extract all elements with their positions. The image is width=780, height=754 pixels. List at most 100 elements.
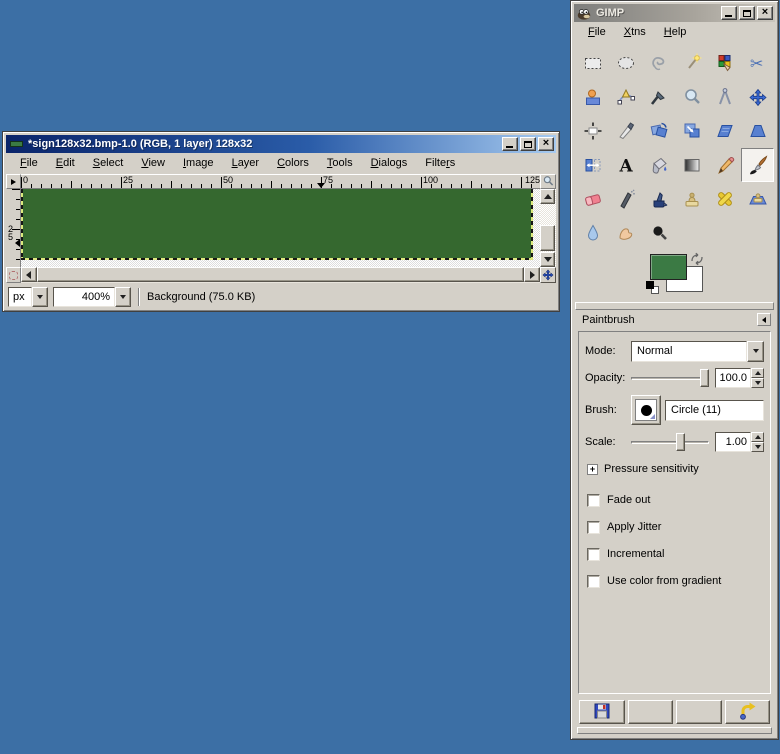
spin-down-button[interactable] bbox=[751, 442, 764, 452]
tool-pencil[interactable] bbox=[708, 148, 741, 182]
menu-tools[interactable]: Tools bbox=[319, 155, 361, 171]
maximize-button[interactable] bbox=[739, 6, 755, 20]
tool-scissors-select[interactable]: ✂ bbox=[741, 46, 774, 80]
menu-xtns[interactable]: Xtns bbox=[616, 24, 654, 40]
mode-combo[interactable]: Normal bbox=[631, 341, 764, 362]
tab-menu-button[interactable] bbox=[757, 313, 771, 326]
tool-smudge[interactable] bbox=[609, 216, 642, 250]
tool-paintbrush[interactable] bbox=[741, 148, 774, 182]
tool-fuzzy-select[interactable] bbox=[675, 46, 708, 80]
unit-dropdown-button[interactable] bbox=[32, 287, 48, 307]
tool-ink[interactable] bbox=[642, 182, 675, 216]
tool-perspective-clone[interactable] bbox=[741, 182, 774, 216]
tool-color-picker[interactable] bbox=[642, 80, 675, 114]
menu-colors[interactable]: Colors bbox=[269, 155, 317, 171]
opacity-spinner[interactable]: 100.0 bbox=[715, 368, 764, 388]
scale-value[interactable]: 1.00 bbox=[715, 432, 751, 452]
navigation-button[interactable] bbox=[540, 267, 556, 283]
checkbox-apply-jitter[interactable] bbox=[587, 521, 600, 534]
zoom-level-value[interactable]: 400% bbox=[53, 287, 115, 307]
minimize-button[interactable] bbox=[502, 137, 518, 151]
tool-bucket-fill[interactable] bbox=[642, 148, 675, 182]
brush-name-field[interactable]: Circle (11) bbox=[665, 400, 764, 421]
tool-perspective[interactable] bbox=[741, 114, 774, 148]
vertical-scroll-thumb[interactable] bbox=[540, 225, 555, 251]
mode-dropdown-button[interactable] bbox=[747, 341, 764, 362]
scroll-left-button[interactable] bbox=[21, 267, 37, 282]
spin-up-button[interactable] bbox=[751, 432, 764, 442]
tool-blend[interactable] bbox=[675, 148, 708, 182]
tool-paths[interactable] bbox=[609, 80, 642, 114]
checkbox-use-color-from-gradient[interactable] bbox=[587, 575, 600, 588]
tool-crop[interactable] bbox=[609, 114, 642, 148]
foreground-color-swatch[interactable] bbox=[650, 254, 687, 280]
menu-help[interactable]: Help bbox=[656, 24, 695, 40]
brush-preview-button[interactable] bbox=[631, 395, 661, 425]
opacity-slider[interactable] bbox=[631, 369, 709, 387]
opacity-slider-thumb[interactable] bbox=[700, 369, 709, 387]
tool-heal[interactable] bbox=[708, 182, 741, 216]
tool-rect-select[interactable] bbox=[576, 46, 609, 80]
scale-slider-thumb[interactable] bbox=[676, 433, 685, 451]
spin-down-button[interactable] bbox=[751, 378, 764, 388]
minimize-button[interactable] bbox=[721, 6, 737, 20]
tool-foreground-select[interactable] bbox=[576, 80, 609, 114]
pressure-sensitivity-expander[interactable]: + Pressure sensitivity bbox=[587, 460, 764, 478]
menu-file[interactable]: File bbox=[580, 24, 614, 40]
tool-align[interactable] bbox=[576, 114, 609, 148]
tool-blur-sharpen[interactable] bbox=[576, 216, 609, 250]
scroll-right-button[interactable] bbox=[524, 267, 540, 282]
zoom-dropdown-button[interactable] bbox=[115, 287, 131, 307]
menu-edit[interactable]: Edit bbox=[48, 155, 83, 171]
zoom-level-combo[interactable]: 400% bbox=[53, 287, 131, 307]
horizontal-scroll-thumb[interactable] bbox=[37, 267, 524, 282]
tool-clone[interactable] bbox=[675, 182, 708, 216]
vertical-scrollbar[interactable] bbox=[540, 189, 556, 267]
checkbox-fade-out[interactable] bbox=[587, 494, 600, 507]
menu-image[interactable]: Image bbox=[175, 155, 222, 171]
ruler-corner-menu-button[interactable] bbox=[6, 174, 21, 189]
scale-spinner[interactable]: 1.00 bbox=[715, 432, 764, 452]
menu-layer[interactable]: Layer bbox=[224, 155, 268, 171]
unit-value[interactable]: px bbox=[8, 287, 32, 307]
spin-up-button[interactable] bbox=[751, 368, 764, 378]
quickmask-toggle-button[interactable] bbox=[6, 267, 21, 283]
tool-move[interactable] bbox=[741, 80, 774, 114]
mode-value[interactable]: Normal bbox=[631, 341, 747, 362]
menu-view[interactable]: View bbox=[133, 155, 173, 171]
unit-combo[interactable]: px bbox=[8, 287, 48, 307]
image-window-titlebar[interactable]: *sign128x32.bmp-1.0 (RGB, 1 layer) 128x3… bbox=[6, 135, 556, 153]
tool-zoom[interactable] bbox=[675, 80, 708, 114]
close-button[interactable]: × bbox=[538, 137, 554, 151]
tool-ellipse-select[interactable] bbox=[609, 46, 642, 80]
swap-colors-icon[interactable] bbox=[690, 252, 704, 269]
scale-slider[interactable] bbox=[631, 433, 709, 451]
tool-rotate[interactable] bbox=[642, 114, 675, 148]
default-colors-icon[interactable] bbox=[646, 281, 660, 295]
menu-dialogs[interactable]: Dialogs bbox=[363, 155, 416, 171]
tool-scale[interactable] bbox=[675, 114, 708, 148]
checkbox-incremental[interactable] bbox=[587, 548, 600, 561]
scroll-down-button[interactable] bbox=[540, 252, 555, 267]
tool-dodge-burn[interactable] bbox=[642, 216, 675, 250]
save-options-button[interactable] bbox=[579, 700, 625, 724]
toolbox-titlebar[interactable]: GIMP × bbox=[574, 4, 775, 22]
tool-text[interactable]: A bbox=[609, 148, 642, 182]
tool-measure[interactable] bbox=[708, 80, 741, 114]
menu-filters[interactable]: Filters bbox=[417, 155, 463, 171]
tool-eraser[interactable] bbox=[576, 182, 609, 216]
opacity-value[interactable]: 100.0 bbox=[715, 368, 751, 388]
tool-flip[interactable] bbox=[576, 148, 609, 182]
expander-plus-icon[interactable]: + bbox=[587, 464, 598, 475]
tool-select-by-color[interactable] bbox=[708, 46, 741, 80]
horizontal-scrollbar[interactable] bbox=[21, 267, 540, 283]
tool-free-select[interactable] bbox=[642, 46, 675, 80]
zoom-follow-window-button[interactable] bbox=[540, 174, 556, 189]
maximize-button[interactable] bbox=[520, 137, 536, 151]
tool-shear[interactable] bbox=[708, 114, 741, 148]
menu-file[interactable]: File bbox=[12, 155, 46, 171]
menu-select[interactable]: Select bbox=[85, 155, 132, 171]
scroll-up-button[interactable] bbox=[540, 189, 555, 204]
tool-airbrush[interactable] bbox=[609, 182, 642, 216]
dock-drag-handle[interactable] bbox=[575, 302, 774, 310]
